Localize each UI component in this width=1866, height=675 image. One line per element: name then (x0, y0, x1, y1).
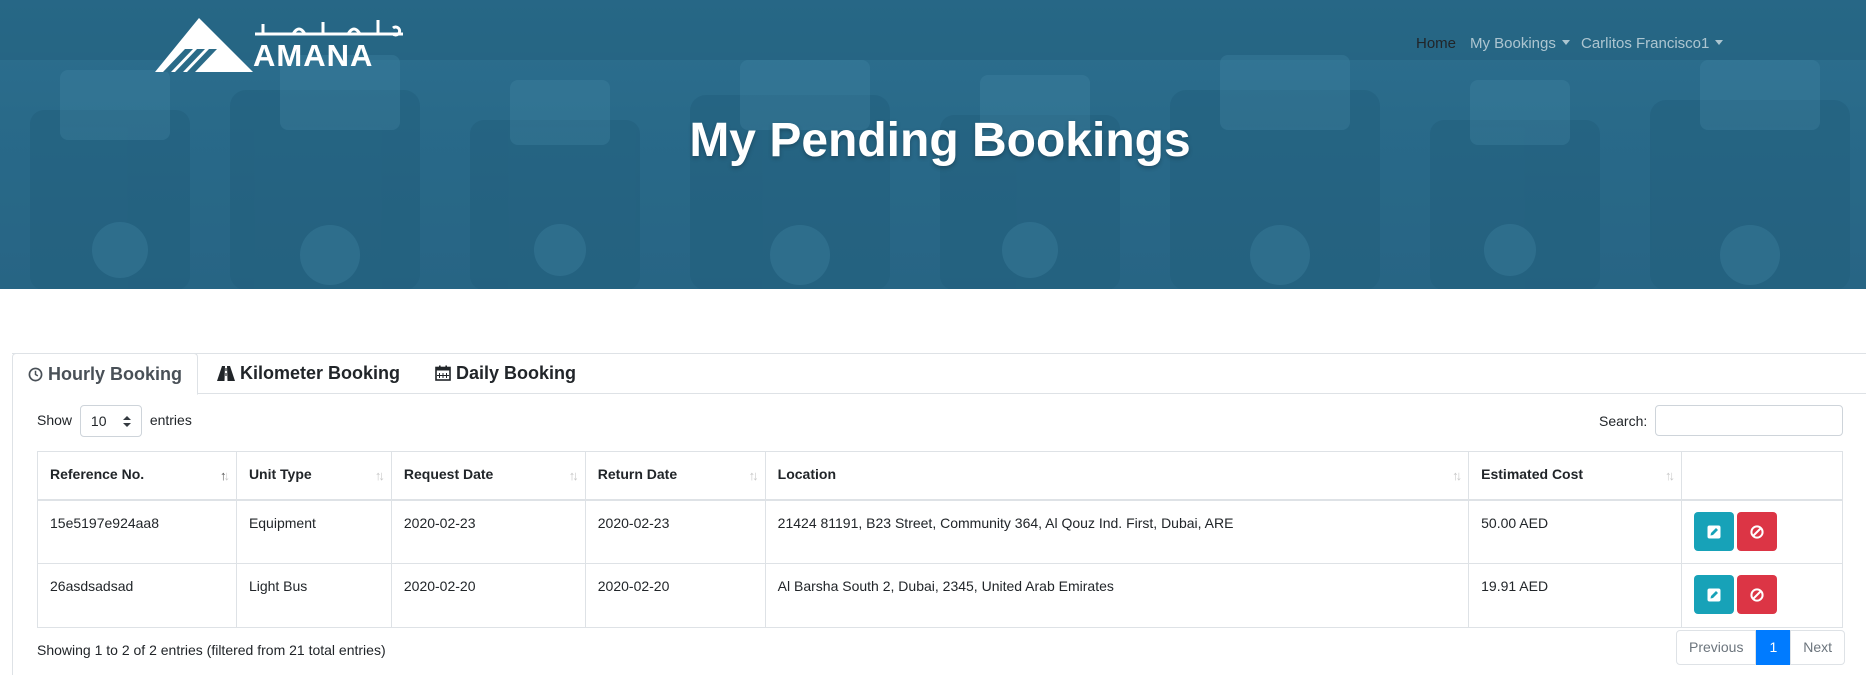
edit-booking-button[interactable] (1694, 511, 1735, 551)
column-header-label: Reference No. (50, 466, 145, 482)
cancel-booking-button[interactable] (1737, 511, 1778, 551)
ban-icon (1750, 588, 1764, 602)
sort-icon: ↑↓ (748, 468, 759, 483)
cell-estimated-cost: 19.91 AED (1468, 563, 1683, 628)
cell-return-date: 2020-02-23 (584, 499, 766, 564)
column-header-label: Estimated Cost (1481, 466, 1584, 482)
cell-reference: 26asdsadsad (37, 563, 237, 628)
edit-icon (1707, 588, 1721, 602)
page-size-control: Show 10 entries (37, 404, 192, 438)
road-icon (217, 366, 235, 381)
clock-icon (28, 367, 43, 382)
nav-my-bookings-label: My Bookings (1470, 35, 1556, 52)
cell-unit-type: Light Bus (235, 563, 392, 628)
sort-icon: ↑↓ (568, 468, 579, 483)
arabic-wordmark (255, 20, 403, 37)
edit-icon (1707, 525, 1721, 538)
column-header-unit-type[interactable]: Unit Type ↑↓ (235, 451, 392, 501)
tab-daily-booking[interactable]: Daily Booking (420, 353, 591, 394)
ban-icon (1750, 524, 1764, 539)
panel-border (12, 393, 13, 675)
column-header-return-date[interactable]: Return Date ↑↓ (584, 451, 766, 501)
column-header-label: Unit Type (248, 466, 312, 482)
cell-location: Al Barsha South 2, Dubai, 2345, United A… (764, 563, 1470, 628)
cell-request-date: 2020-02-23 (390, 499, 586, 564)
chevron-down-icon (1561, 40, 1570, 45)
cell-unit-type: Equipment (235, 499, 392, 564)
page-title: My Pending Bookings (689, 114, 1191, 167)
sort-ascending-icon: ↑↓ (219, 468, 230, 483)
tab-hourly-booking[interactable]: Hourly Booking (12, 353, 198, 395)
table-row: 26asdsadsad Light Bus 2020-02-20 2020-02… (37, 563, 1843, 628)
column-header-location[interactable]: Location ↑↓ (764, 451, 1470, 501)
column-header-request-date[interactable]: Request Date ↑↓ (390, 451, 586, 501)
table-header-row: Reference No. ↑↓ Unit Type ↑↓ Request Date… (37, 451, 1843, 501)
select-arrows-icon (122, 416, 131, 428)
nav-user-menu[interactable]: Carlitos Francisco1 (1581, 34, 1724, 54)
nav-home[interactable]: Home (1416, 34, 1456, 54)
column-header-label: Location (777, 466, 837, 482)
cell-actions (1681, 499, 1843, 564)
sort-icon: ↑↓ (1665, 468, 1675, 483)
column-header-label: Request Date (403, 466, 494, 482)
table-row: 15e5197e924aa8 Equipment 2020-02-23 2020… (37, 499, 1843, 564)
column-header-label: Return Date (597, 466, 678, 482)
cell-location: 21424 81191, B23 Street, Community 364, … (764, 499, 1470, 564)
brand-name: AMANA (253, 38, 374, 73)
sort-icon: ↑↓ (374, 468, 385, 483)
column-header-estimated-cost[interactable]: Estimated Cost ↑↓ (1468, 451, 1683, 501)
page-size-value: 10 (90, 413, 107, 430)
sort-icon: ↑↓ (1452, 468, 1462, 483)
cell-return-date: 2020-02-20 (584, 563, 766, 628)
page-size-select[interactable]: 10 (79, 405, 142, 438)
cell-actions (1681, 563, 1843, 628)
column-header-actions (1681, 451, 1843, 501)
cell-request-date: 2020-02-20 (390, 563, 586, 628)
cell-reference: 15e5197e924aa8 (37, 499, 237, 564)
chevron-down-icon (1715, 40, 1724, 45)
search-input[interactable] (1655, 405, 1843, 436)
hero-banner: AMANA Home My Bookings Carlitos Francisc… (0, 0, 1866, 289)
cancel-booking-button[interactable] (1737, 575, 1778, 614)
pagination-next[interactable]: Next (1790, 630, 1846, 665)
calendar-icon (435, 365, 451, 381)
entries-label: entries (149, 412, 192, 428)
tab-daily-label: Daily Booking (456, 363, 577, 383)
pagination-previous[interactable]: Previous (1676, 630, 1757, 665)
pagination: Previous 1 Next (1676, 630, 1846, 665)
pagination-page-1[interactable]: 1 (1756, 630, 1791, 665)
edit-booking-button[interactable] (1694, 575, 1735, 614)
tab-kilometer-label: Kilometer Booking (240, 363, 401, 383)
nav-user-name: Carlitos Francisco1 (1581, 35, 1710, 52)
tab-kilometer-booking[interactable]: Kilometer Booking (202, 353, 415, 394)
show-label: Show (37, 412, 73, 428)
pending-bookings-table: Reference No. ↑↓ Unit Type ↑↓ Request Date… (37, 451, 1843, 628)
nav-my-bookings[interactable]: My Bookings (1470, 34, 1570, 54)
cell-estimated-cost: 50.00 AED (1468, 499, 1683, 564)
search-label: Search: (1599, 413, 1648, 429)
tab-hourly-label: Hourly Booking (48, 364, 182, 384)
table-info: Showing 1 to 2 of 2 entries (filtered fr… (37, 642, 386, 658)
column-header-reference[interactable]: Reference No. ↑↓ (37, 451, 237, 501)
